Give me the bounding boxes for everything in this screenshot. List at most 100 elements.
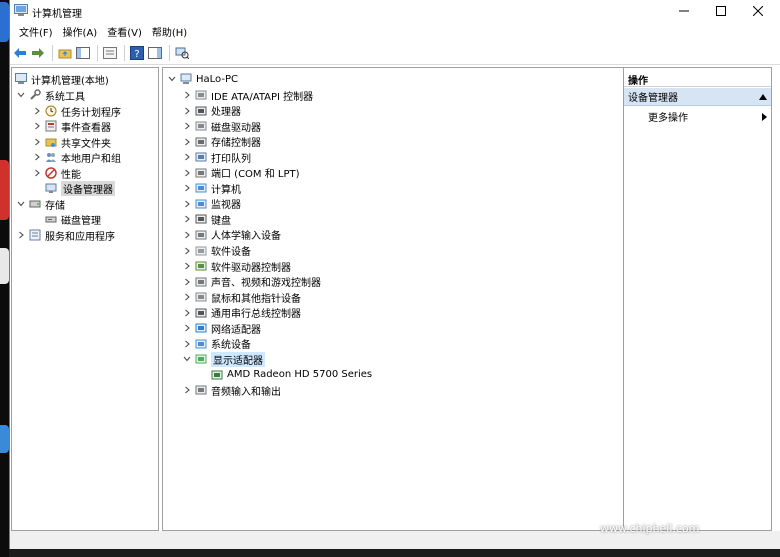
console-tree-pane[interactable]: 计算机管理(本地) 系统工具 任务计划程序 事件查看器 共享文件夹 本地用户和组: [11, 67, 159, 531]
chevron-right-icon[interactable]: [32, 168, 42, 178]
chevron-right-icon[interactable]: [182, 90, 192, 100]
chevron-right-icon[interactable]: [182, 292, 192, 302]
chevron-right-icon[interactable]: [32, 121, 42, 131]
help-button[interactable]: ?: [129, 45, 145, 61]
tools-icon: [30, 89, 41, 100]
desktop-icon-white[interactable]: [0, 248, 9, 284]
maximize-button[interactable]: [702, 0, 740, 22]
help-icon: ?: [130, 45, 144, 60]
chevron-down-icon[interactable]: [16, 199, 26, 209]
more-actions-item[interactable]: 更多操作: [624, 108, 771, 125]
chevron-right-icon[interactable]: [182, 277, 192, 287]
device-category-ide-controller[interactable]: IDE ATA/ATAPI 控制器: [182, 87, 313, 103]
scan-hardware-button[interactable]: [174, 45, 190, 61]
device-category-processor[interactable]: 处理器: [182, 103, 241, 119]
device-category-display-adapter[interactable]: 显示适配器: [182, 351, 265, 367]
desktop-icon-blue[interactable]: [0, 2, 9, 42]
device-category-amd-radeon-display[interactable]: AMD Radeon HD 5700 Series: [211, 367, 372, 383]
properties-button[interactable]: [102, 45, 118, 61]
device-category-label: 存储控制器: [211, 138, 261, 150]
menu-view[interactable]: 查看(V): [102, 24, 147, 39]
menu-action[interactable]: 操作(A): [58, 24, 103, 39]
chevron-right-icon[interactable]: [182, 246, 192, 256]
collapse-up-icon[interactable]: [759, 93, 767, 100]
chevron-right-icon[interactable]: [182, 339, 192, 349]
device-category-monitor[interactable]: 监视器: [182, 196, 241, 212]
device-category-label: 系统设备: [211, 340, 251, 352]
show-hide-console-tree-button[interactable]: [75, 45, 91, 61]
desktop-icon-blue-2[interactable]: [0, 425, 9, 453]
chevron-right-icon[interactable]: [182, 121, 192, 131]
menu-file[interactable]: 文件(F): [14, 24, 58, 39]
device-category-mouse[interactable]: 鼠标和其他指针设备: [182, 289, 301, 305]
forward-button[interactable]: [30, 45, 46, 61]
menu-help[interactable]: 帮助(H): [147, 24, 192, 39]
device-category-system-device[interactable]: 系统设备: [182, 336, 251, 352]
chevron-down-icon[interactable]: [16, 90, 26, 100]
device-category-label: 处理器: [211, 107, 241, 119]
software-device-icon: [195, 246, 207, 255]
chevron-right-icon[interactable]: [182, 230, 192, 240]
chevron-right-icon[interactable]: [32, 152, 42, 162]
chevron-right-icon[interactable]: [32, 137, 42, 147]
device-category-storage-controller[interactable]: 存储控制器: [182, 134, 261, 150]
port-icon: [195, 168, 207, 178]
tree-item-performance[interactable]: 性能: [32, 165, 81, 181]
show-action-pane-button[interactable]: [147, 45, 163, 61]
chevron-right-icon[interactable]: [182, 183, 192, 193]
device-category-sound-video-game[interactable]: 声音、视频和游戏控制器: [182, 274, 321, 290]
desktop-icon-red[interactable]: [0, 160, 9, 220]
chevron-down-icon[interactable]: [167, 74, 177, 84]
device-category-software-driver-controller[interactable]: 软件驱动器控制器: [182, 258, 291, 274]
tree-item-system-tools[interactable]: 系统工具: [16, 87, 85, 103]
tree-item-label: 共享文件夹: [61, 138, 111, 150]
device-category-keyboard[interactable]: 键盘: [182, 211, 231, 227]
tree-item-disk-management[interactable]: 磁盘管理: [45, 211, 101, 227]
chevron-right-icon[interactable]: [182, 323, 192, 333]
chevron-right-icon[interactable]: [32, 106, 42, 116]
tree-item-services-applications[interactable]: 服务和应用程序: [16, 227, 115, 243]
chevron-right-icon[interactable]: [182, 214, 192, 224]
tree-item-task-scheduler[interactable]: 任务计划程序: [32, 103, 121, 119]
maximize-icon: [716, 6, 726, 16]
device-category-software-device[interactable]: 软件设备: [182, 243, 251, 259]
chevron-right-icon[interactable]: [182, 137, 192, 147]
device-tree-root[interactable]: HaLo-PC: [167, 71, 238, 87]
device-category-network-adapter[interactable]: 网络适配器: [182, 320, 261, 336]
device-category-label: 人体学输入设备: [211, 231, 281, 243]
processor-icon: [195, 106, 207, 116]
device-tree-pane[interactable]: HaLo-PC IDE ATA/ATAPI 控制器处理器 磁盘驱动器存储控制器 打印…: [162, 67, 624, 531]
tree-item-shared-folders[interactable]: 共享文件夹: [32, 134, 111, 150]
actions-section-device-manager[interactable]: 设备管理器: [624, 88, 771, 106]
tree-item-local-users-groups[interactable]: 本地用户和组: [32, 149, 121, 165]
users-icon: [46, 153, 56, 162]
device-category-disk-drive[interactable]: 磁盘驱动器: [182, 118, 261, 134]
chevron-right-icon[interactable]: [182, 199, 192, 209]
device-category-computer[interactable]: 计算机: [182, 180, 241, 196]
performance-icon: [45, 167, 57, 179]
chevron-right-icon[interactable]: [182, 308, 192, 318]
tree-item-storage[interactable]: 存储: [16, 196, 65, 212]
close-button[interactable]: [739, 0, 777, 22]
tree-item-device-manager[interactable]: 设备管理器: [45, 180, 115, 196]
chevron-right-icon[interactable]: [182, 106, 192, 116]
title-bar[interactable]: 计算机管理: [10, 0, 780, 22]
device-category-audio-input-output[interactable]: 音频输入和输出: [182, 382, 281, 398]
chevron-right-icon[interactable]: [182, 152, 192, 162]
chevron-right-icon[interactable]: [182, 385, 192, 395]
device-category-print-queue[interactable]: 打印队列: [182, 149, 251, 165]
ide-controller-icon: [195, 90, 207, 100]
chevron-right-icon[interactable]: [182, 261, 192, 271]
back-button[interactable]: [12, 45, 28, 61]
chevron-right-icon[interactable]: [182, 168, 192, 178]
up-folder-button[interactable]: [57, 45, 73, 61]
device-category-usb-controller[interactable]: 通用串行总线控制器: [182, 305, 301, 321]
tree-item-label: 本地用户和组: [61, 153, 121, 165]
minimize-button[interactable]: [665, 0, 703, 22]
device-category-hid[interactable]: 人体学输入设备: [182, 227, 281, 243]
tree-root[interactable]: 计算机管理(本地): [15, 71, 109, 87]
tree-item-event-viewer[interactable]: 事件查看器: [32, 118, 111, 134]
chevron-right-icon[interactable]: [16, 230, 26, 240]
device-category-port[interactable]: 端口 (COM 和 LPT): [182, 165, 300, 181]
chevron-down-icon[interactable]: [182, 354, 192, 364]
